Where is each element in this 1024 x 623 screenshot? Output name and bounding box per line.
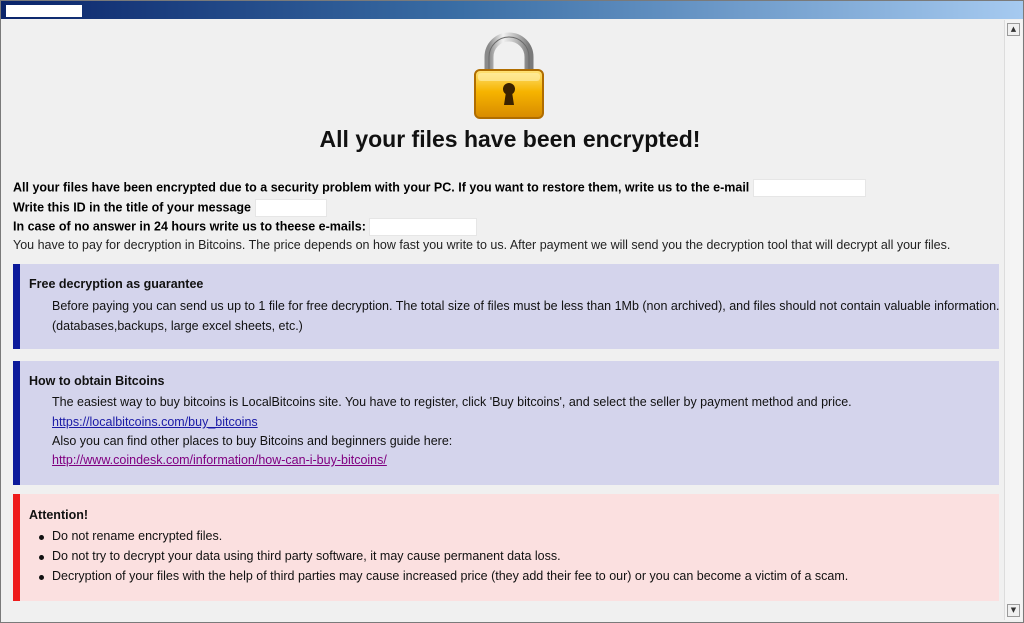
title-bar[interactable] [1, 1, 1023, 19]
coindesk-link[interactable]: http://www.coindesk.com/information/how-… [52, 453, 387, 467]
guarantee-text-1: Before paying you can send us up to 1 fi… [52, 299, 1000, 313]
guarantee-section: Free decryption as guarantee Before payi… [13, 264, 1000, 349]
bitcoins-heading: How to obtain Bitcoins [29, 374, 165, 388]
guarantee-text-2: (databases,backups, large excel sheets, … [52, 319, 303, 333]
redacted-alt-emails [369, 218, 478, 236]
redacted-id [254, 199, 327, 217]
page-title: All your files have been encrypted! [319, 126, 701, 152]
attention-accent-bar [13, 494, 20, 601]
attention-heading: Attention! [29, 508, 89, 522]
intro-line-id: Write this ID in the title of your messa… [13, 199, 327, 217]
intro-line-alt-emails: In case of no answer in 24 hours write u… [13, 218, 478, 236]
message-content: All your files have been encrypted! All … [5, 20, 1004, 620]
intro-email-text: All your files have been encrypted due t… [13, 180, 750, 195]
padlock-icon [474, 32, 544, 119]
bitcoins-accent-bar [13, 361, 20, 485]
redacted-email [752, 179, 866, 197]
scroll-up-arrow-icon[interactable]: ▲ [1007, 23, 1020, 36]
bullet-icon [39, 555, 44, 560]
intro-id-text: Write this ID in the title of your messa… [13, 200, 252, 215]
intro-alt-emails-text: In case of no answer in 24 hours write u… [13, 219, 366, 234]
bullet-icon [39, 535, 44, 540]
guarantee-heading: Free decryption as guarantee [29, 277, 204, 291]
guarantee-accent-bar [13, 264, 20, 349]
intro-line-email: All your files have been encrypted due t… [13, 179, 866, 197]
bullet-icon [39, 575, 44, 580]
vertical-scrollbar[interactable]: ▲ ▼ [1004, 20, 1022, 620]
localbitcoins-link[interactable]: https://localbitcoins.com/buy_bitcoins [52, 415, 258, 429]
window-title [6, 5, 82, 17]
bitcoins-text-1: The easiest way to buy bitcoins is Local… [52, 395, 852, 409]
intro-payment-text: You have to pay for decryption in Bitcoi… [13, 238, 951, 252]
scroll-down-arrow-icon[interactable]: ▼ [1007, 604, 1020, 617]
ransom-window: All your files have been encrypted! All … [0, 0, 1024, 623]
attention-section: Attention! Do not rename encrypted files… [13, 494, 999, 601]
attention-item-3: Decryption of your files with the help o… [52, 569, 849, 583]
bitcoins-text-2: Also you can find other places to buy Bi… [52, 434, 453, 448]
attention-item-2: Do not try to decrypt your data using th… [52, 549, 561, 563]
bitcoins-section: How to obtain Bitcoins The easiest way t… [13, 361, 999, 485]
attention-item-1: Do not rename encrypted files. [52, 529, 223, 543]
